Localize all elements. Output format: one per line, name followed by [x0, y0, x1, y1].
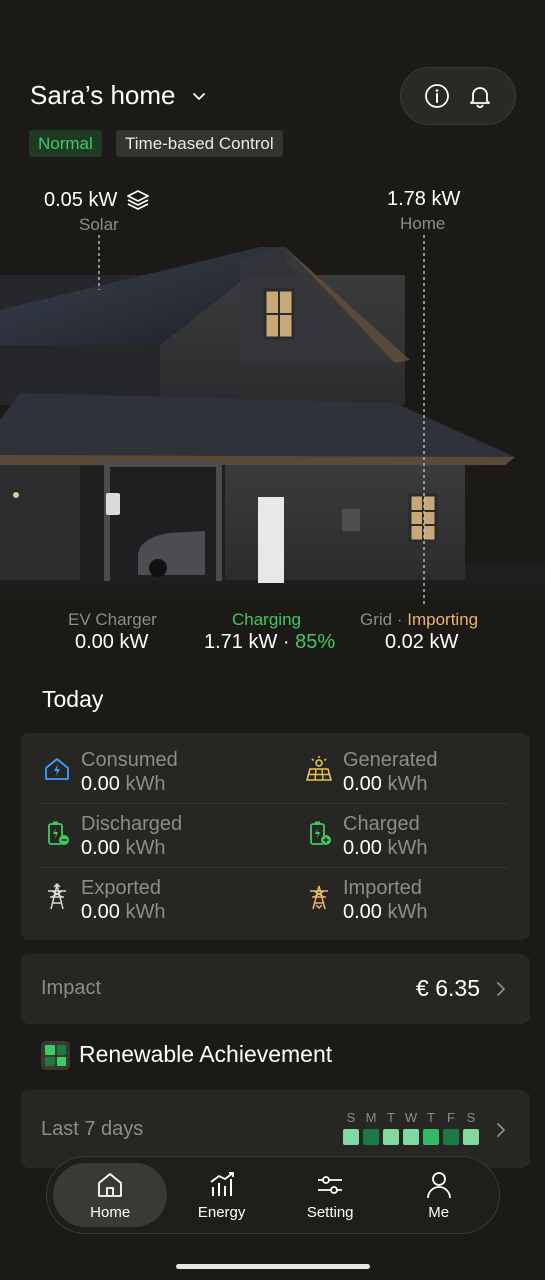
header-actions	[400, 67, 516, 125]
home-selector[interactable]: Sara’s home	[30, 80, 208, 111]
solar-label: Solar	[79, 215, 119, 234]
nav-energy[interactable]: Energy	[167, 1163, 276, 1227]
day-block	[363, 1129, 379, 1145]
impact-label: Impact	[41, 977, 102, 999]
day-indicator: T	[383, 1110, 399, 1145]
solar-power-value: 0.05 kW	[44, 188, 150, 212]
renewable-title: Renewable Achievement	[79, 1041, 333, 1067]
bell-icon[interactable]	[466, 82, 494, 110]
divider	[41, 867, 508, 868]
sliders-icon	[318, 1175, 343, 1194]
battery-percent: 85%	[295, 631, 336, 653]
solar-panel-icon	[306, 756, 332, 781]
battery-discharge-icon	[48, 821, 69, 845]
stat-imported: Imported 0.00 kWh	[305, 877, 535, 941]
divider	[41, 803, 508, 804]
day-block	[403, 1129, 419, 1145]
today-title: Today	[42, 686, 104, 712]
day-letter: S	[466, 1110, 476, 1125]
today-stats-card: Consumed 0.00 kWh Generated 0.00 kWh Dis…	[21, 733, 530, 940]
day-letter: S	[346, 1110, 356, 1125]
day-block	[443, 1129, 459, 1145]
week-days: SMTWTFS	[343, 1110, 479, 1145]
control-mode-badge[interactable]: Time-based Control	[116, 130, 283, 157]
ev-charger-value: 0.00 kW	[75, 631, 149, 653]
day-letter: T	[387, 1110, 395, 1125]
impact-row[interactable]: Impact € 6.35	[21, 954, 530, 1024]
nav-home[interactable]: Home	[53, 1163, 168, 1227]
status-badge: Normal	[29, 130, 102, 157]
day-block	[423, 1129, 439, 1145]
grid-icon	[41, 1041, 70, 1070]
day-indicator: M	[363, 1110, 379, 1145]
impact-value: € 6.35	[416, 975, 480, 1001]
grid-status: Importing	[407, 610, 479, 629]
home-energy-icon	[45, 758, 69, 780]
user-icon	[426, 1171, 451, 1198]
day-letter: T	[427, 1110, 435, 1125]
battery-charge-icon	[310, 821, 331, 845]
stat-exported: Exported 0.00 kWh	[43, 877, 273, 941]
ev-charger-label: EV Charger	[68, 610, 157, 629]
day-letter: M	[365, 1110, 377, 1125]
home-label: Home	[400, 214, 446, 233]
page-title: Sara’s home	[30, 80, 176, 110]
day-indicator: F	[443, 1110, 459, 1145]
bottom-nav: Home Energy Setting Me	[46, 1156, 500, 1234]
day-indicator: S	[463, 1110, 479, 1145]
pylon-export-icon	[48, 882, 66, 910]
pylon-import-icon	[310, 885, 328, 910]
grid-label: Grid · Importing	[360, 610, 479, 629]
nav-me[interactable]: Me	[384, 1163, 493, 1227]
chevron-right-icon	[497, 1123, 505, 1137]
day-letter: F	[447, 1110, 455, 1125]
day-indicator: T	[423, 1110, 439, 1145]
home-icon	[98, 1172, 123, 1197]
info-icon[interactable]	[423, 82, 451, 110]
chevron-down-icon	[192, 92, 205, 100]
battery-status-label: Charging	[232, 610, 301, 629]
grid-value: 0.02 kW	[385, 631, 459, 653]
day-indicator: S	[343, 1110, 359, 1145]
home-power-value: 1.78 kW	[387, 188, 461, 210]
battery-value: 1.71 kW · 85%	[204, 631, 336, 653]
day-block	[463, 1129, 479, 1145]
day-indicator: W	[403, 1110, 419, 1145]
day-letter: W	[404, 1110, 418, 1125]
home-indicator	[176, 1264, 370, 1269]
chevron-right-icon	[497, 982, 505, 996]
layers-icon[interactable]	[126, 188, 150, 212]
day-block	[383, 1129, 399, 1145]
nav-setting[interactable]: Setting	[276, 1163, 385, 1227]
day-block	[343, 1129, 359, 1145]
period-label: Last 7 days	[41, 1118, 144, 1140]
chart-icon	[210, 1171, 234, 1196]
